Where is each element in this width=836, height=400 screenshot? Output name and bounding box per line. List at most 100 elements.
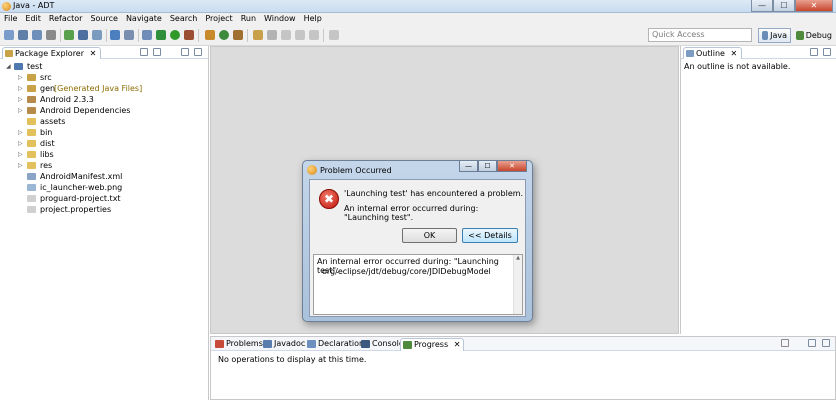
save-icon[interactable] (18, 30, 28, 40)
dialog-app-icon (307, 165, 317, 175)
new-java-package-icon[interactable] (205, 30, 215, 40)
tree-item-assets[interactable]: assets (0, 116, 208, 127)
dialog-message: 'Launching test' has encountered a probl… (344, 189, 524, 198)
forward-icon[interactable] (309, 30, 319, 40)
annotation-nav-icon[interactable] (267, 30, 277, 40)
menu-source[interactable]: Source (86, 13, 121, 25)
external-tools-icon[interactable] (184, 30, 194, 40)
problem-occurred-dialog: Problem Occurred — ☐ ✕ ✖ 'Launching test… (302, 160, 533, 322)
new-icon[interactable] (4, 30, 14, 40)
remove-all-finished-icon[interactable] (781, 339, 789, 347)
tab-declaration[interactable]: Declaration (305, 338, 367, 351)
toolbar-separator (198, 29, 199, 42)
maximize-view-icon[interactable] (822, 339, 830, 347)
details-textarea[interactable]: An internal error occurred during: "Laun… (313, 254, 523, 315)
save-all-icon[interactable] (32, 30, 42, 40)
tree-item-android-dependencies[interactable]: ▷ Android Dependencies (0, 105, 208, 116)
debug-perspective-button[interactable]: Debug (793, 28, 835, 43)
text-file-icon (27, 206, 36, 213)
dialog-minimize-button[interactable]: — (459, 161, 478, 172)
back-icon[interactable] (295, 30, 305, 40)
xml-file-icon (27, 173, 36, 180)
close-icon[interactable]: ✕ (454, 340, 461, 349)
android-avd-manager-icon[interactable] (78, 30, 88, 40)
tree-item-test[interactable]: ◢ test (0, 61, 208, 72)
java-perspective-icon (762, 31, 769, 40)
menu-run[interactable]: Run (237, 13, 260, 25)
package-explorer-title: Package Explorer (15, 49, 85, 58)
menu-file[interactable]: File (0, 13, 21, 25)
new-android-xml-icon[interactable] (124, 30, 134, 40)
outline-icon (686, 50, 694, 57)
skip-breakpoints-icon[interactable] (142, 30, 152, 40)
close-icon[interactable]: ✕ (90, 49, 97, 58)
dialog-close-button[interactable]: ✕ (497, 161, 527, 172)
window-titlebar: Java - ADT — ☐ ✕ (0, 0, 836, 13)
open-type-icon[interactable] (233, 30, 243, 40)
tree-item-dist[interactable]: ▷ dist (0, 138, 208, 149)
text-file-icon (27, 195, 36, 202)
tab-javadoc[interactable]: Javadoc (261, 338, 308, 351)
tree-item-gen[interactable]: ▷ gen [Generated Java Files] (0, 83, 208, 94)
tree-item-bin[interactable]: ▷ bin (0, 127, 208, 138)
library-icon (27, 96, 36, 103)
package-explorer-tab[interactable]: Package Explorer ✕ (2, 47, 102, 59)
maximize-button[interactable]: ☐ (773, 0, 795, 12)
tree-item-androidmanifest[interactable]: AndroidManifest.xml (0, 171, 208, 182)
menu-edit[interactable]: Edit (21, 13, 45, 25)
bottom-panel: Problems Javadoc Declaration Console Pro… (210, 336, 836, 400)
menu-search[interactable]: Search (166, 13, 201, 25)
new-java-class-icon[interactable] (219, 30, 229, 40)
tab-problems[interactable]: Problems (213, 338, 266, 351)
tree-item-src[interactable]: ▷ src (0, 72, 208, 83)
last-edit-icon[interactable] (281, 30, 291, 40)
tree-item-libs[interactable]: ▷ libs (0, 149, 208, 160)
menu-refactor[interactable]: Refactor (45, 13, 87, 25)
minimize-view-icon[interactable] (810, 48, 818, 56)
details-button[interactable]: << Details (462, 228, 518, 243)
package-explorer-tabbar: Package Explorer ✕ (0, 46, 208, 59)
debug-perspective-icon (796, 31, 804, 40)
close-button[interactable]: ✕ (795, 0, 833, 12)
java-perspective-button[interactable]: Java (758, 28, 791, 43)
tree-item-android-2-3-3[interactable]: ▷ Android 2.3.3 (0, 94, 208, 105)
menu-project[interactable]: Project (201, 13, 236, 25)
minimize-view-icon[interactable] (181, 48, 189, 56)
tab-progress[interactable]: Progress ✕ (400, 338, 465, 351)
tree-item-res[interactable]: ▷ res (0, 160, 208, 171)
tree-item-proguard-project[interactable]: proguard-project.txt (0, 193, 208, 204)
outline-message: An outline is not available. (684, 62, 791, 71)
console-icon (361, 340, 370, 348)
tree-item-ic-launcher-web[interactable]: ic_launcher-web.png (0, 182, 208, 193)
minimize-button[interactable]: — (751, 0, 773, 12)
link-with-editor-icon[interactable] (153, 48, 161, 56)
search-icon[interactable] (253, 30, 263, 40)
eclipse-app-icon (2, 2, 11, 11)
collapse-all-icon[interactable] (140, 48, 148, 56)
new-android-project-icon[interactable] (110, 30, 120, 40)
pin-editor-icon[interactable] (329, 30, 339, 40)
details-scrollbar[interactable]: ▲ (513, 255, 522, 314)
dialog-maximize-button[interactable]: ☐ (478, 161, 497, 172)
maximize-view-icon[interactable] (194, 48, 202, 56)
menu-window[interactable]: Window (260, 13, 300, 25)
outline-tab[interactable]: Outline ✕ (683, 47, 743, 59)
lint-icon[interactable] (92, 30, 102, 40)
print-icon[interactable] (46, 30, 56, 40)
menu-navigate[interactable]: Navigate (122, 13, 166, 25)
folder-icon (27, 151, 36, 158)
tree-item-project-properties[interactable]: project.properties (0, 204, 208, 215)
run-icon[interactable] (170, 30, 180, 40)
debug-icon[interactable] (156, 30, 166, 40)
android-sdk-manager-icon[interactable] (64, 30, 74, 40)
close-icon[interactable]: ✕ (731, 49, 738, 58)
quick-access-input[interactable]: Quick Access (648, 28, 752, 42)
progress-icon (403, 341, 412, 349)
maximize-view-icon[interactable] (823, 48, 831, 56)
toolbar-separator (138, 29, 139, 42)
ok-button[interactable]: OK (402, 228, 457, 243)
outline-tabbar: Outline ✕ (681, 46, 836, 59)
menu-help[interactable]: Help (300, 13, 326, 25)
library-icon (27, 107, 36, 114)
minimize-view-icon[interactable] (808, 339, 816, 347)
